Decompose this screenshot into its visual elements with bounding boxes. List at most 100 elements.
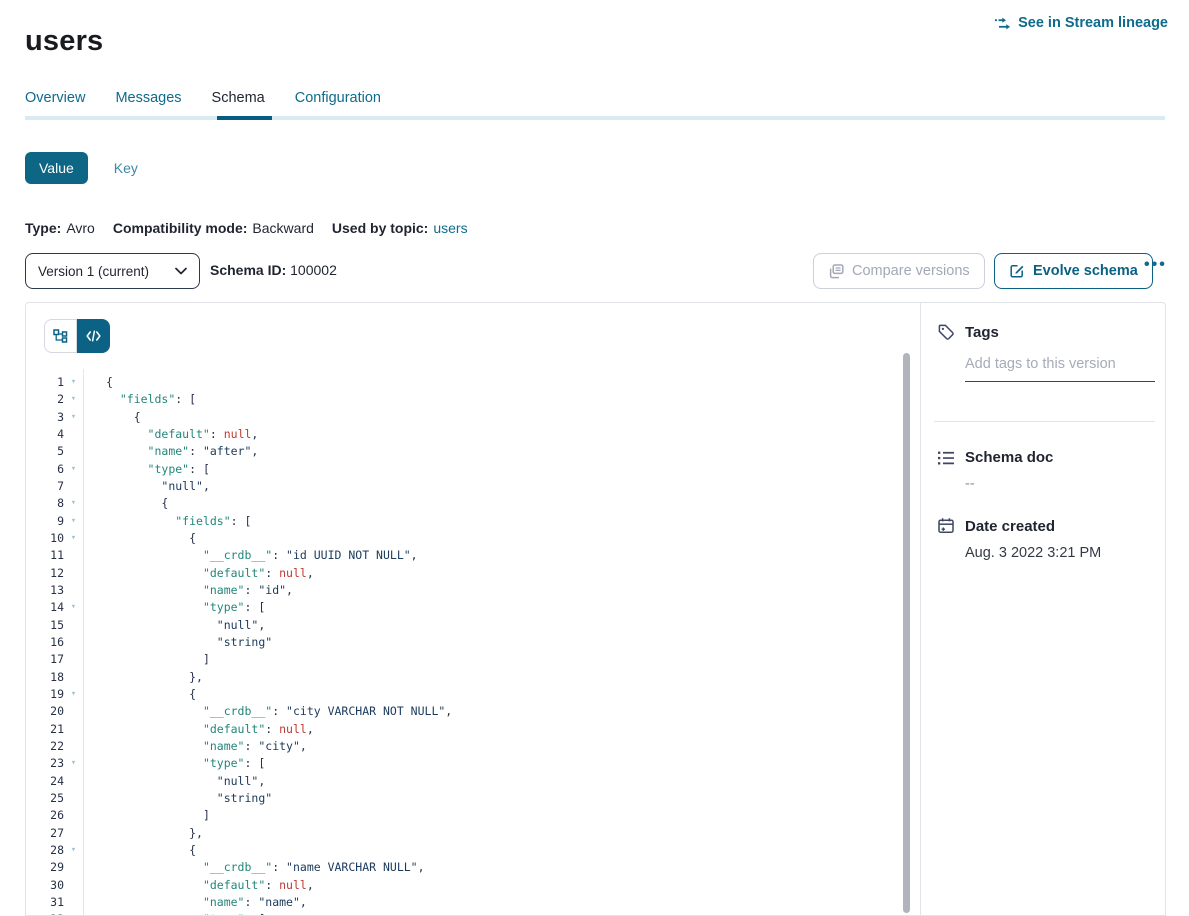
date-created-section: Date created Aug. 3 2022 3:21 PM bbox=[937, 517, 1149, 561]
fold-toggle-icon[interactable]: ▾ bbox=[64, 495, 83, 512]
tab-messages[interactable]: Messages bbox=[115, 90, 181, 106]
date-created-heading: Date created bbox=[965, 518, 1055, 535]
more-options-button[interactable]: ••• bbox=[1144, 256, 1167, 274]
code-line: 10▾ { bbox=[26, 530, 900, 547]
code-line-text: "default": null, bbox=[83, 877, 314, 894]
key-toggle-button[interactable]: Key bbox=[114, 160, 138, 176]
list-icon bbox=[937, 450, 955, 466]
fold-toggle-icon[interactable]: ▾ bbox=[64, 911, 83, 916]
fold-spacer bbox=[64, 582, 83, 599]
tags-section: Tags bbox=[937, 323, 1149, 382]
line-number: 25 bbox=[26, 790, 64, 807]
fold-spacer bbox=[64, 547, 83, 564]
fold-toggle-icon[interactable]: ▾ bbox=[64, 755, 83, 772]
fold-toggle-icon[interactable]: ▾ bbox=[64, 374, 83, 391]
code-line: 2▾ "fields": [ bbox=[26, 391, 900, 408]
type-label: Type: bbox=[25, 220, 61, 236]
code-view-button[interactable] bbox=[77, 319, 110, 353]
compare-icon bbox=[828, 264, 844, 279]
schema-id-value: 100002 bbox=[290, 262, 337, 278]
code-line-text: "name": "name", bbox=[83, 894, 307, 911]
code-line: 22 "name": "city", bbox=[26, 738, 900, 755]
tab-schema[interactable]: Schema bbox=[212, 90, 265, 106]
schema-doc-heading: Schema doc bbox=[965, 449, 1053, 466]
schema-meta-row: Type: Avro Compatibility mode: Backward … bbox=[25, 220, 468, 236]
schema-sidebar: Tags Schema doc -- bbox=[922, 303, 1165, 915]
evolve-schema-button[interactable]: Evolve schema bbox=[994, 253, 1153, 289]
line-number: 4 bbox=[26, 426, 64, 443]
code-line-text: "name": "id", bbox=[83, 582, 293, 599]
line-number: 27 bbox=[26, 825, 64, 842]
schema-id: Schema ID: 100002 bbox=[210, 262, 337, 278]
stream-lineage-link[interactable]: See in Stream lineage bbox=[994, 15, 1168, 31]
code-line-text: "__crdb__": "city VARCHAR NOT NULL", bbox=[83, 703, 452, 720]
fold-toggle-icon[interactable]: ▾ bbox=[64, 409, 83, 426]
code-view-icon bbox=[86, 330, 101, 342]
fold-spacer bbox=[64, 721, 83, 738]
fold-spacer bbox=[64, 426, 83, 443]
line-number: 26 bbox=[26, 807, 64, 824]
code-line: 4 "default": null, bbox=[26, 426, 900, 443]
tags-input[interactable] bbox=[965, 356, 1155, 382]
value-toggle-button[interactable]: Value bbox=[25, 152, 88, 184]
fold-spacer bbox=[64, 894, 83, 911]
code-line: 23▾ "type": [ bbox=[26, 755, 900, 772]
code-line-text: "type": [ bbox=[83, 911, 265, 916]
fold-spacer bbox=[64, 634, 83, 651]
code-line: 7 "null", bbox=[26, 478, 900, 495]
fold-toggle-icon[interactable]: ▾ bbox=[64, 391, 83, 408]
active-tab-underline bbox=[217, 116, 272, 120]
fold-toggle-icon[interactable]: ▾ bbox=[64, 513, 83, 530]
version-select[interactable]: Version 1 (current) bbox=[25, 253, 200, 289]
code-line-text: { bbox=[83, 374, 113, 391]
version-select-value: Version 1 (current) bbox=[38, 264, 149, 279]
code-editor-lines[interactable]: 1▾{2▾ "fields": [3▾ {4 "default": null,5… bbox=[26, 374, 900, 916]
compatibility-label: Compatibility mode: bbox=[113, 220, 248, 236]
code-line: 11 "__crdb__": "id UUID NOT NULL", bbox=[26, 547, 900, 564]
fold-toggle-icon[interactable]: ▾ bbox=[64, 599, 83, 616]
code-line: 6▾ "type": [ bbox=[26, 461, 900, 478]
view-mode-toggle bbox=[44, 319, 110, 353]
tree-view-button[interactable] bbox=[44, 319, 77, 353]
code-line: 1▾{ bbox=[26, 374, 900, 391]
line-number: 1 bbox=[26, 374, 64, 391]
fold-spacer bbox=[64, 565, 83, 582]
fold-toggle-icon[interactable]: ▾ bbox=[64, 530, 83, 547]
code-line-text: }, bbox=[83, 825, 203, 842]
code-line: 26 ] bbox=[26, 807, 900, 824]
tab-bar: Overview Messages Schema Configuration bbox=[25, 90, 381, 106]
line-number: 18 bbox=[26, 669, 64, 686]
fold-toggle-icon[interactable]: ▾ bbox=[64, 686, 83, 703]
stream-lineage-icon bbox=[994, 16, 1011, 31]
tags-heading: Tags bbox=[965, 324, 999, 341]
fold-spacer bbox=[64, 877, 83, 894]
line-number: 2 bbox=[26, 391, 64, 408]
code-line-text: "string" bbox=[83, 634, 272, 651]
tab-overview[interactable]: Overview bbox=[25, 90, 85, 106]
topic-link[interactable]: users bbox=[433, 220, 467, 236]
line-number: 32 bbox=[26, 911, 64, 916]
line-number: 17 bbox=[26, 651, 64, 668]
compare-versions-button[interactable]: Compare versions bbox=[813, 253, 985, 289]
fold-spacer bbox=[64, 703, 83, 720]
code-line: 3▾ { bbox=[26, 409, 900, 426]
line-number: 13 bbox=[26, 582, 64, 599]
line-number: 24 bbox=[26, 773, 64, 790]
line-number: 29 bbox=[26, 859, 64, 876]
line-number: 23 bbox=[26, 755, 64, 772]
code-line: 13 "name": "id", bbox=[26, 582, 900, 599]
evolve-schema-label: Evolve schema bbox=[1033, 263, 1138, 279]
fold-spacer bbox=[64, 807, 83, 824]
code-line: 19▾ { bbox=[26, 686, 900, 703]
fold-toggle-icon[interactable]: ▾ bbox=[64, 461, 83, 478]
code-line-text: "default": null, bbox=[83, 721, 314, 738]
vertical-scrollbar[interactable] bbox=[903, 353, 910, 913]
line-number: 16 bbox=[26, 634, 64, 651]
tab-configuration[interactable]: Configuration bbox=[295, 90, 381, 106]
schema-panel: 1▾{2▾ "fields": [3▾ {4 "default": null,5… bbox=[25, 302, 1166, 916]
fold-spacer bbox=[64, 825, 83, 842]
line-number: 8 bbox=[26, 495, 64, 512]
fold-spacer bbox=[64, 617, 83, 634]
code-line-text: "fields": [ bbox=[83, 391, 196, 408]
fold-toggle-icon[interactable]: ▾ bbox=[64, 842, 83, 859]
